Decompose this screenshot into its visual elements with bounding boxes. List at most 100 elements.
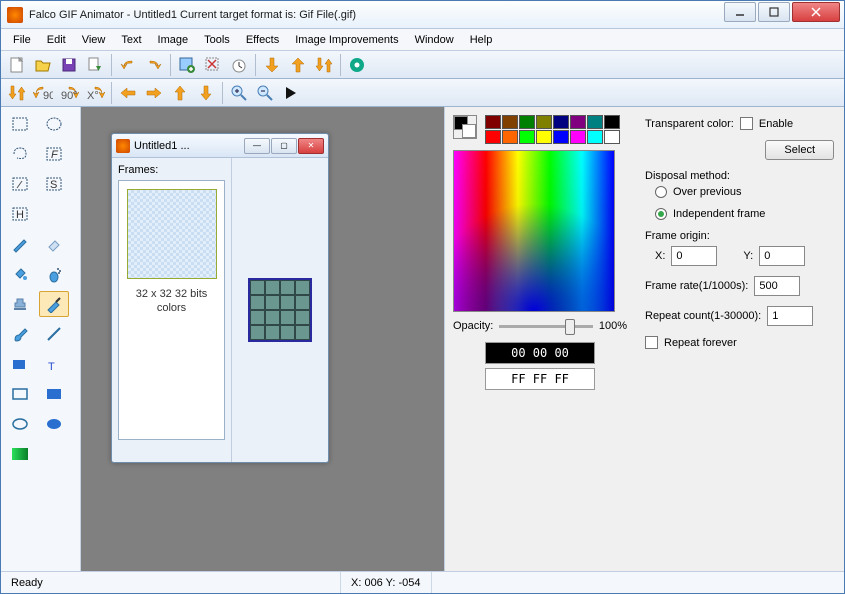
menu-edit[interactable]: Edit xyxy=(39,31,74,49)
opacity-slider[interactable] xyxy=(499,325,593,328)
frames-list[interactable]: 32 x 32 32 bits colors xyxy=(118,180,225,440)
zoom-in-button[interactable] xyxy=(227,81,251,105)
zoom-out-button[interactable] xyxy=(253,81,277,105)
minimize-button[interactable] xyxy=(724,2,756,22)
rect-fill-tool[interactable] xyxy=(39,381,69,407)
arrow-down-button[interactable] xyxy=(260,53,284,77)
ellipse-fill-tool[interactable] xyxy=(39,411,69,437)
delete-frame-button[interactable] xyxy=(201,53,225,77)
swatch[interactable] xyxy=(553,115,569,129)
record-button[interactable] xyxy=(345,53,369,77)
repeat-count-input[interactable] xyxy=(767,306,813,326)
menu-window[interactable]: Window xyxy=(407,31,462,49)
paintbrush-tool[interactable] xyxy=(5,321,35,347)
over-previous-radio[interactable] xyxy=(655,186,667,198)
menu-image[interactable]: Image xyxy=(150,31,197,49)
doc-maximize-button[interactable]: ▢ xyxy=(271,138,297,154)
frame-rate-input[interactable] xyxy=(754,276,800,296)
select-button[interactable]: Select xyxy=(765,140,834,160)
lasso-tool[interactable] xyxy=(5,141,35,167)
swatch[interactable] xyxy=(604,115,620,129)
maximize-button[interactable] xyxy=(758,2,790,22)
menu-tools[interactable]: Tools xyxy=(196,31,238,49)
ellipse-outline-tool[interactable] xyxy=(5,411,35,437)
swatch[interactable] xyxy=(587,115,603,129)
rotate-left-90-button[interactable]: 90° xyxy=(31,81,55,105)
menu-help[interactable]: Help xyxy=(462,31,501,49)
select-ellipse-tool[interactable] xyxy=(39,111,69,137)
swatch[interactable] xyxy=(502,130,518,144)
swatch[interactable] xyxy=(502,115,518,129)
menu-view[interactable]: View xyxy=(74,31,114,49)
menu-effects[interactable]: Effects xyxy=(238,31,287,49)
repeat-forever-label: Repeat forever xyxy=(664,337,737,349)
add-frame-button[interactable] xyxy=(175,53,199,77)
stamp-tool[interactable] xyxy=(5,291,35,317)
pencil-tool[interactable] xyxy=(5,231,35,257)
line-tool[interactable] xyxy=(39,321,69,347)
shape-select-tool[interactable]: S xyxy=(39,171,69,197)
undo-button[interactable] xyxy=(116,53,140,77)
spray-tool[interactable] xyxy=(39,261,69,287)
menu-text[interactable]: Text xyxy=(113,31,149,49)
menu-image-improvements[interactable]: Image Improvements xyxy=(287,31,406,49)
save-button[interactable] xyxy=(57,53,81,77)
text-tool[interactable]: T xyxy=(39,351,69,377)
enable-checkbox[interactable] xyxy=(740,117,753,130)
flip-down-up-button[interactable] xyxy=(5,81,29,105)
history-select-tool[interactable]: H xyxy=(5,201,35,227)
y-input[interactable] xyxy=(759,246,805,266)
doc-minimize-button[interactable]: — xyxy=(244,138,270,154)
select-rect-tool[interactable] xyxy=(5,111,35,137)
repeat-forever-checkbox[interactable] xyxy=(645,336,658,349)
arrow-right-button[interactable] xyxy=(142,81,166,105)
swatch[interactable] xyxy=(587,130,603,144)
frame-thumbnail[interactable] xyxy=(127,189,217,279)
open-button[interactable] xyxy=(31,53,55,77)
swatch[interactable] xyxy=(485,115,501,129)
swatch[interactable] xyxy=(604,130,620,144)
menu-file[interactable]: File xyxy=(5,31,39,49)
arrow-down2-button[interactable] xyxy=(194,81,218,105)
swatch[interactable] xyxy=(519,130,535,144)
swatch[interactable] xyxy=(570,115,586,129)
rotate-free-button[interactable]: X° xyxy=(83,81,107,105)
play-button[interactable] xyxy=(279,81,303,105)
redo-button[interactable] xyxy=(142,53,166,77)
fill-rect-tool[interactable] xyxy=(5,351,35,377)
arrow-up-button[interactable] xyxy=(286,53,310,77)
independent-frame-radio[interactable] xyxy=(655,208,667,220)
export-button[interactable] xyxy=(83,53,107,77)
color-spectrum[interactable] xyxy=(453,150,615,312)
color-swatches[interactable] xyxy=(485,115,620,144)
timer-button[interactable] xyxy=(227,53,251,77)
window-title: Falco GIF Animator - Untitled1 Current t… xyxy=(27,9,724,21)
close-button[interactable] xyxy=(792,2,840,22)
x-input[interactable] xyxy=(671,246,717,266)
swatch[interactable] xyxy=(536,130,552,144)
eraser-tool[interactable] xyxy=(39,231,69,257)
titlebar: Falco GIF Animator - Untitled1 Current t… xyxy=(1,1,844,29)
text-select-tool[interactable]: F xyxy=(39,141,69,167)
x-label: X: xyxy=(655,250,665,262)
bucket-tool[interactable] xyxy=(5,261,35,287)
fg-bg-swatch[interactable] xyxy=(453,115,477,139)
rotate-right-90-button[interactable]: 90° xyxy=(57,81,81,105)
brush-tool[interactable] xyxy=(39,291,69,317)
rect-outline-tool[interactable] xyxy=(5,381,35,407)
new-button[interactable] xyxy=(5,53,29,77)
swatch[interactable] xyxy=(553,130,569,144)
doc-close-button[interactable]: ✕ xyxy=(298,138,324,154)
arrows-swap-button[interactable] xyxy=(312,53,336,77)
swatch[interactable] xyxy=(536,115,552,129)
arrow-left-button[interactable] xyxy=(116,81,140,105)
preview-pane[interactable] xyxy=(232,158,328,462)
arrow-up2-button[interactable] xyxy=(168,81,192,105)
wand-rect-tool[interactable] xyxy=(5,171,35,197)
canvas-area[interactable]: Untitled1 ... — ▢ ✕ Frames: 32 x 32 32 b… xyxy=(81,107,844,571)
opacity-label: Opacity: xyxy=(453,320,493,332)
gradient-tool[interactable] xyxy=(5,441,35,467)
swatch[interactable] xyxy=(485,130,501,144)
swatch[interactable] xyxy=(570,130,586,144)
swatch[interactable] xyxy=(519,115,535,129)
